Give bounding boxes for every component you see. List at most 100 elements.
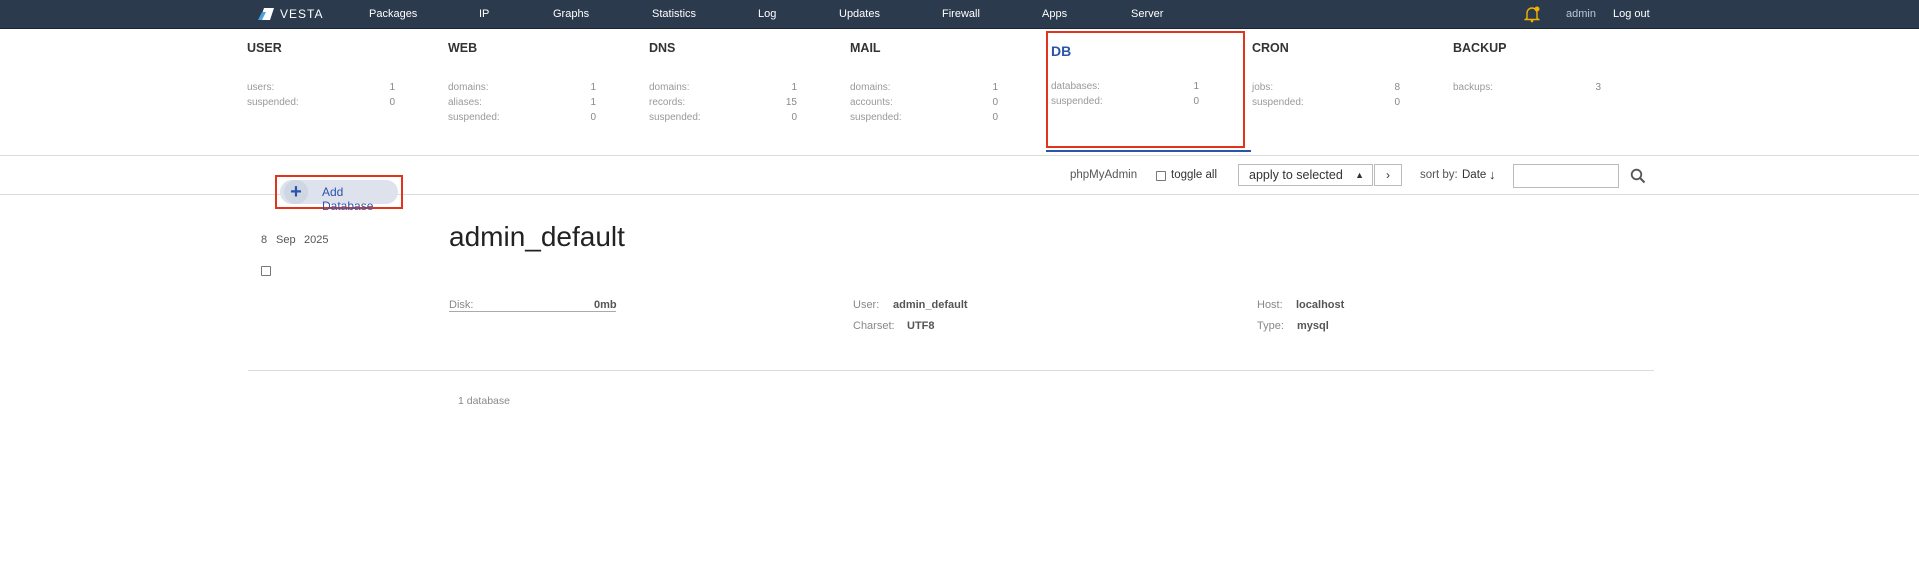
charset-label-cell: Charset:: [853, 320, 895, 332]
nav-statistics[interactable]: Statistics: [652, 0, 696, 28]
bulk-action-value: apply to selected: [1249, 168, 1343, 182]
disk-label: Disk:: [449, 299, 474, 311]
active-tab-underline: [1046, 150, 1251, 152]
nav-graphs[interactable]: Graphs: [553, 0, 589, 28]
apply-go-button[interactable]: ›: [1374, 164, 1402, 186]
nav-user[interactable]: admin: [1566, 0, 1596, 28]
stat-title: USER: [247, 41, 282, 55]
stat-row: domains: 1: [448, 82, 596, 96]
host-value-cell: localhost: [1296, 299, 1344, 311]
type-label-cell: Type:: [1257, 320, 1284, 332]
charset-label: Charset:: [853, 320, 895, 332]
database-count: 1 database: [458, 395, 510, 407]
charset-value-cell: UTF8: [907, 320, 935, 332]
nav-log[interactable]: Log: [758, 0, 776, 28]
add-database-button[interactable]: + Add Database: [275, 175, 403, 213]
stat-value: 15: [785, 97, 797, 108]
stat-label: jobs:: [1252, 82, 1274, 93]
stats-panel: USER users: 1 suspended: 0 WEB domains: 1 a…: [0, 28, 1919, 156]
sort-direction-icon[interactable]: ↓: [1489, 167, 1496, 182]
database-name[interactable]: admin_default: [449, 221, 625, 253]
logo-text: VESTA: [280, 7, 324, 21]
disk-value: 0mb: [594, 299, 617, 311]
stat-value: 0: [791, 112, 797, 123]
stat-value: 1: [992, 82, 998, 93]
charset-value: UTF8: [907, 320, 935, 332]
stat-value: 3: [1595, 82, 1601, 93]
stat-title: WEB: [448, 41, 478, 55]
disk-value-cell: 0mb: [594, 299, 617, 311]
stat-label: aliases:: [448, 97, 482, 108]
stat-label: records:: [649, 97, 686, 108]
stat-value: 1: [590, 97, 596, 108]
type-label: Type:: [1257, 320, 1284, 332]
stat-value: 0: [389, 97, 395, 108]
stat-cron[interactable]: CRON jobs: 8 suspended: 0: [1252, 28, 1452, 148]
toggle-all-checkbox[interactable]: [1156, 171, 1166, 181]
stat-row: suspended: 0: [1252, 97, 1400, 111]
nav-server[interactable]: Server: [1131, 0, 1163, 28]
stat-row: suspended: 0: [448, 112, 596, 126]
stat-label: suspended:: [649, 112, 701, 123]
disk-label-cell: Disk:: [449, 299, 473, 311]
bulk-action-select[interactable]: apply to selected ▲: [1238, 164, 1373, 186]
vesta-flag-icon: [258, 8, 274, 20]
bell-icon[interactable]: [1523, 5, 1541, 23]
date-year: 2025: [304, 234, 329, 246]
stat-mail[interactable]: MAIL domains: 1 accounts: 0 suspended: 0: [850, 28, 1050, 148]
vesta-logo[interactable]: VESTA: [258, 4, 323, 24]
stat-row: domains: 1: [850, 82, 998, 96]
stat-row: users: 1: [247, 82, 395, 96]
nav-firewall[interactable]: Firewall: [942, 0, 980, 28]
date-month: Sep: [276, 234, 296, 246]
stat-row: backups: 3: [1453, 82, 1601, 96]
stat-web[interactable]: WEB domains: 1 aliases: 1 suspended: 0: [448, 28, 648, 148]
top-nav-bar: VESTA Packages IP Graphs Statistics Log …: [0, 0, 1919, 29]
search-input[interactable]: [1513, 164, 1619, 188]
stat-row: suspended: 0: [247, 97, 395, 111]
toggle-all-label[interactable]: toggle all: [1171, 169, 1217, 181]
stat-label: domains:: [850, 82, 891, 93]
user-value: admin_default: [893, 299, 968, 311]
stat-title: CRON: [1252, 41, 1289, 55]
stat-label: users:: [247, 82, 275, 93]
stat-label: domains:: [448, 82, 489, 93]
stat-value: 1: [590, 82, 596, 93]
nav-logout[interactable]: Log out: [1613, 0, 1650, 28]
nav-apps[interactable]: Apps: [1042, 0, 1067, 28]
nav-ip[interactable]: IP: [479, 0, 489, 28]
stat-user[interactable]: USER users: 1 suspended: 0: [247, 28, 447, 148]
stat-label: backups:: [1453, 82, 1494, 93]
chevron-right-icon: ›: [1386, 168, 1390, 182]
row-select-checkbox[interactable]: [261, 266, 271, 276]
stat-value: 1: [791, 82, 797, 93]
type-value: mysql: [1297, 320, 1329, 332]
sort-value[interactable]: Date: [1462, 169, 1486, 181]
stat-backup[interactable]: BACKUP backups: 3: [1453, 28, 1653, 148]
stat-value: 0: [1394, 97, 1400, 108]
user-value-cell: admin_default: [893, 299, 968, 311]
sort-label: sort by:: [1420, 169, 1458, 181]
stat-title: MAIL: [850, 41, 881, 55]
nav-updates[interactable]: Updates: [839, 0, 880, 28]
stat-row: domains: 1: [649, 82, 797, 96]
date-day: 8: [261, 234, 268, 246]
phpmyadmin-link[interactable]: phpMyAdmin: [1070, 169, 1137, 181]
stat-label: suspended:: [1252, 97, 1304, 108]
stat-row: suspended: 0: [649, 112, 797, 126]
add-button-label: Add Database: [322, 185, 374, 213]
stat-dns[interactable]: DNS domains: 1 records: 15 suspended: 0: [649, 28, 849, 148]
host-value: localhost: [1296, 299, 1345, 311]
nav-packages[interactable]: Packages: [369, 0, 417, 28]
host-label: Host:: [1257, 299, 1283, 311]
stat-title: BACKUP: [1453, 41, 1507, 55]
stat-label: suspended:: [448, 112, 500, 123]
stat-row: aliases: 1: [448, 97, 596, 111]
stat-value: 0: [992, 97, 998, 108]
db-highlight-box: [1046, 31, 1245, 148]
add-button-pill: + Add Database: [280, 180, 398, 213]
type-value-cell: mysql: [1297, 320, 1329, 332]
search-icon[interactable]: [1630, 168, 1646, 184]
stat-row: accounts: 0: [850, 97, 998, 111]
stat-label: suspended:: [247, 97, 299, 108]
